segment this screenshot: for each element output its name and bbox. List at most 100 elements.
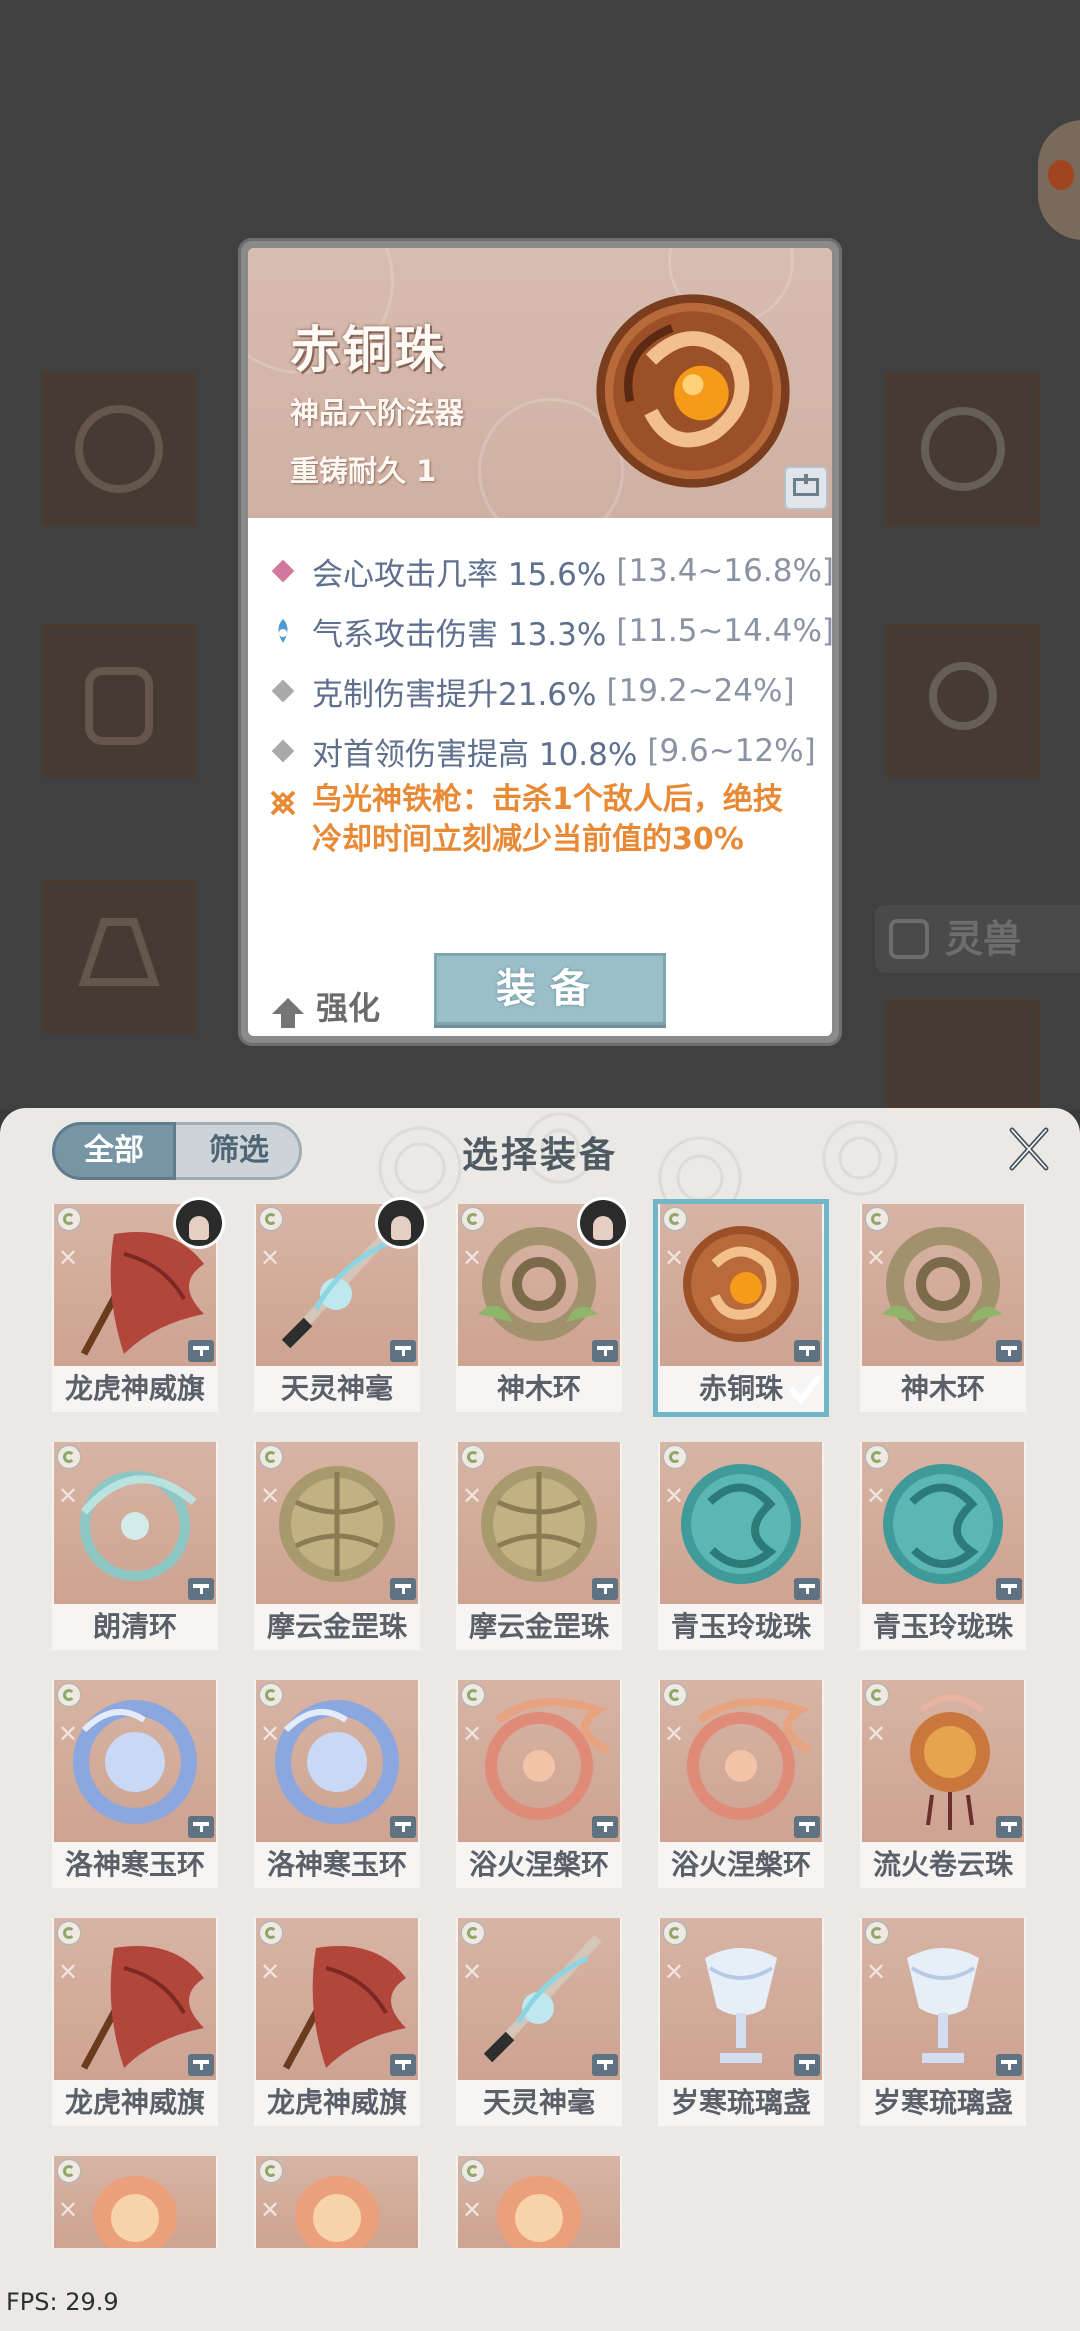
- equipped-character-avatar: [580, 1200, 626, 1246]
- lock-icon: [390, 2054, 416, 2076]
- rune-icon: ✕: [57, 1958, 79, 1986]
- lock-toggle-button[interactable]: [784, 466, 828, 510]
- refine-badge-icon: [56, 1206, 82, 1232]
- refine-badge-icon: [662, 1444, 688, 1470]
- refine-badge-icon: [258, 1444, 284, 1470]
- stat-row: 气系攻击伤害 13.3% [11.5~14.4%]: [268, 608, 832, 654]
- detail-card-body: 赤铜珠 神品六阶法器 重铸耐久 1 会心攻击几率 15.6% [13.4~16.…: [248, 248, 832, 1036]
- equipment-tile[interactable]: ✕ 龙虎神威旗: [254, 1918, 420, 2126]
- rune-icon: ✕: [461, 2196, 483, 2224]
- equipment-tile[interactable]: ✕ 神木环: [860, 1204, 1026, 1412]
- rune-icon: ✕: [461, 1720, 483, 1748]
- equipment-tile[interactable]: ✕ 天灵神毫: [254, 1200, 424, 1412]
- equipment-tile[interactable]: ✕ 青玉玲珑珠: [658, 1442, 824, 1650]
- refine-badge-icon: [460, 1206, 486, 1232]
- background-slot: [42, 372, 196, 526]
- background-slot: [886, 372, 1040, 526]
- refine-badge-icon: [460, 2158, 486, 2184]
- enhance-button[interactable]: 强化: [272, 984, 380, 1028]
- item-name: 赤铜珠: [290, 320, 446, 379]
- gray-diamond-icon: [268, 676, 298, 706]
- refine-badge-icon: [56, 1920, 82, 1946]
- stat-text: 对首领伤害提高 10.8%: [312, 736, 638, 773]
- rune-icon: ✕: [461, 1244, 483, 1272]
- rune-icon: ✕: [865, 1482, 887, 1510]
- rune-icon: ✕: [259, 1244, 281, 1272]
- equipment-tile[interactable]: ✕ 朗清环: [52, 1442, 218, 1650]
- equipment-tile[interactable]: ✕ 岁寒琉璃盏: [860, 1918, 1026, 2126]
- background-slot: [42, 880, 196, 1034]
- equipment-tile[interactable]: ✕ 浴火涅槃环: [658, 1680, 824, 1888]
- equipment-tile[interactable]: ✕ 浴火涅槃环: [456, 1680, 622, 1888]
- lock-icon: [996, 1340, 1022, 1362]
- select-equipment-panel: 全部 筛选 选择装备 ✕ 龙虎神威旗 ✕ 天灵神毫 ✕ 神木环 ✕ 赤铜珠 ✕ 神木环 ✕ 朗清环 ✕ 摩…: [0, 1108, 1080, 2331]
- equipment-tile[interactable]: ✕: [254, 2156, 420, 2248]
- gray-diamond-icon: [268, 736, 298, 766]
- stat-row: 对首领伤害提高 10.8% [9.6~12%]: [268, 728, 816, 774]
- refine-badge-icon: [864, 1682, 890, 1708]
- refine-badge-icon: [258, 1682, 284, 1708]
- stat-text: 气系攻击伤害 13.3%: [312, 616, 607, 653]
- equipment-name: 洛神寒玉环: [52, 1842, 218, 1888]
- qi-element-icon: [268, 616, 298, 646]
- rune-icon: ✕: [461, 1958, 483, 1986]
- equipment-tile[interactable]: ✕ 洛神寒玉环: [52, 1680, 218, 1888]
- refine-badge-icon: [460, 1444, 486, 1470]
- equipment-name: 龙虎神威旗: [254, 2080, 420, 2126]
- refine-badge-icon: [258, 1206, 284, 1232]
- lock-icon: [996, 2054, 1022, 2076]
- rune-icon: ✕: [259, 1720, 281, 1748]
- equipment-tile[interactable]: ✕ 龙虎神威旗: [52, 1200, 222, 1412]
- stat-range: [19.2~24%]: [606, 673, 795, 709]
- special-effect-text: 乌光神铁枪：击杀1个敌人后，绝技冷却时间立刻减少当前值的30%: [312, 782, 783, 857]
- equipment-tile[interactable]: ✕: [456, 2156, 622, 2248]
- close-icon[interactable]: [1004, 1124, 1054, 1174]
- equip-button[interactable]: 装备: [434, 953, 666, 1025]
- equipment-name: 天灵神毫: [456, 2080, 622, 2126]
- rune-icon: ✕: [663, 1244, 685, 1272]
- lingshou-tab: 灵兽: [875, 905, 1080, 973]
- equipment-name: 摩云金罡珠: [456, 1604, 622, 1650]
- equipment-tile[interactable]: ✕ 赤铜珠: [658, 1204, 824, 1412]
- equipment-tile[interactable]: ✕: [52, 2156, 218, 2248]
- equipment-name: 青玉玲珑珠: [860, 1604, 1026, 1650]
- refine-badge-icon: [662, 1206, 688, 1232]
- rune-icon: ✕: [865, 1958, 887, 1986]
- equipment-tile[interactable]: ✕ 流火卷云珠: [860, 1680, 1026, 1888]
- refine-badge-icon: [258, 1920, 284, 1946]
- equipment-tile[interactable]: ✕ 天灵神毫: [456, 1918, 622, 2126]
- panel-title: 选择装备: [461, 1134, 618, 1176]
- stat-range: [9.6~12%]: [647, 733, 816, 769]
- equipment-name: 浴火涅槃环: [658, 1842, 824, 1888]
- refine-badge-icon: [258, 2158, 284, 2184]
- stat-text: 会心攻击几率 15.6%: [312, 556, 607, 593]
- lock-icon: [592, 1578, 618, 1600]
- up-arrow-icon: [272, 998, 304, 1028]
- special-effect-icon: [270, 790, 296, 816]
- rune-icon: ✕: [663, 1482, 685, 1510]
- rune-icon: ✕: [461, 1482, 483, 1510]
- refine-badge-icon: [56, 2158, 82, 2184]
- rune-icon: ✕: [57, 1720, 79, 1748]
- equipment-tile[interactable]: ✕ 青玉玲珑珠: [860, 1442, 1026, 1650]
- lock-icon: [390, 1816, 416, 1838]
- rune-icon: ✕: [57, 1244, 79, 1272]
- rune-icon: ✕: [259, 2196, 281, 2224]
- equipment-tile[interactable]: ✕ 摩云金罡珠: [254, 1442, 420, 1650]
- rune-icon: ✕: [663, 1720, 685, 1748]
- pink-diamond-icon: [268, 556, 298, 586]
- rune-icon: ✕: [865, 1720, 887, 1748]
- equipment-tile[interactable]: ✕ 神木环: [456, 1200, 626, 1412]
- lock-icon: [188, 1578, 214, 1600]
- equipment-tile[interactable]: ✕ 洛神寒玉环: [254, 1680, 420, 1888]
- rune-icon: ✕: [57, 2196, 79, 2224]
- equipment-tile[interactable]: ✕ 岁寒琉璃盏: [658, 1918, 824, 2126]
- equipment-tile[interactable]: ✕ 摩云金罡珠: [456, 1442, 622, 1650]
- lock-icon: [390, 1340, 416, 1362]
- background-slot: [886, 1000, 1040, 1108]
- equipment-tile[interactable]: ✕ 龙虎神威旗: [52, 1918, 218, 2126]
- refine-badge-icon: [56, 1682, 82, 1708]
- background-slot: [42, 624, 196, 778]
- copper-bead-icon: [596, 294, 790, 488]
- rune-icon: ✕: [865, 1244, 887, 1272]
